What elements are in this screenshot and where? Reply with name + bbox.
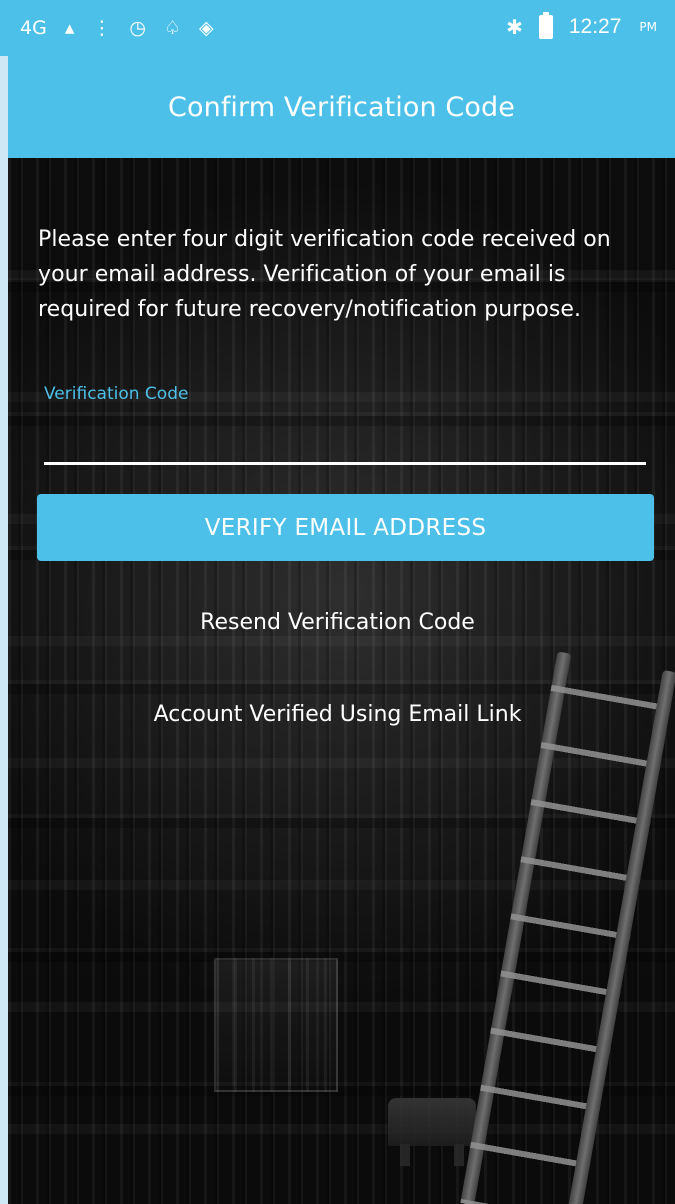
status-bar: 4G ▴ ⋮ ◷ ♤ ◈ ✱ 12:27 PM: [0, 0, 675, 56]
resend-verification-code-link[interactable]: Resend Verification Code: [8, 610, 675, 635]
alarm-icon: ◷: [129, 17, 146, 39]
page-title: Confirm Verification Code: [168, 91, 515, 123]
account-verified-email-link[interactable]: Account Verified Using Email Link: [8, 702, 675, 727]
dots-icon: ⋮: [92, 17, 112, 39]
screen-frame: 4G ▴ ⋮ ◷ ♤ ◈ ✱ 12:27 PM Confirm Verifica…: [0, 0, 675, 1204]
shield-icon: ◈: [199, 17, 214, 39]
status-right-icons: ✱ 12:27 PM: [506, 12, 657, 42]
content-panel: Please enter four digit verification cod…: [8, 158, 675, 1204]
notification-bell-icon: ♤: [163, 17, 181, 39]
battery-icon: [538, 12, 553, 39]
verify-email-address-button[interactable]: VERIFY EMAIL ADDRESS: [37, 494, 654, 561]
status-am-pm: PM: [639, 20, 657, 34]
status-left-icons: 4G ▴ ⋮ ◷ ♤ ◈: [20, 14, 214, 42]
bluetooth-icon: ✱: [506, 15, 523, 39]
network-type-label: 4G: [20, 17, 47, 39]
signal-icon: ▴: [64, 17, 75, 39]
verification-code-label: Verification Code: [44, 384, 189, 404]
intro-text: Please enter four digit verification cod…: [38, 227, 611, 322]
background-door: [214, 958, 338, 1092]
verification-code-input[interactable]: [44, 418, 646, 462]
verification-code-field-wrapper[interactable]: [44, 418, 646, 465]
page-header: Confirm Verification Code: [8, 56, 675, 158]
status-time: 12:27: [568, 15, 622, 38]
